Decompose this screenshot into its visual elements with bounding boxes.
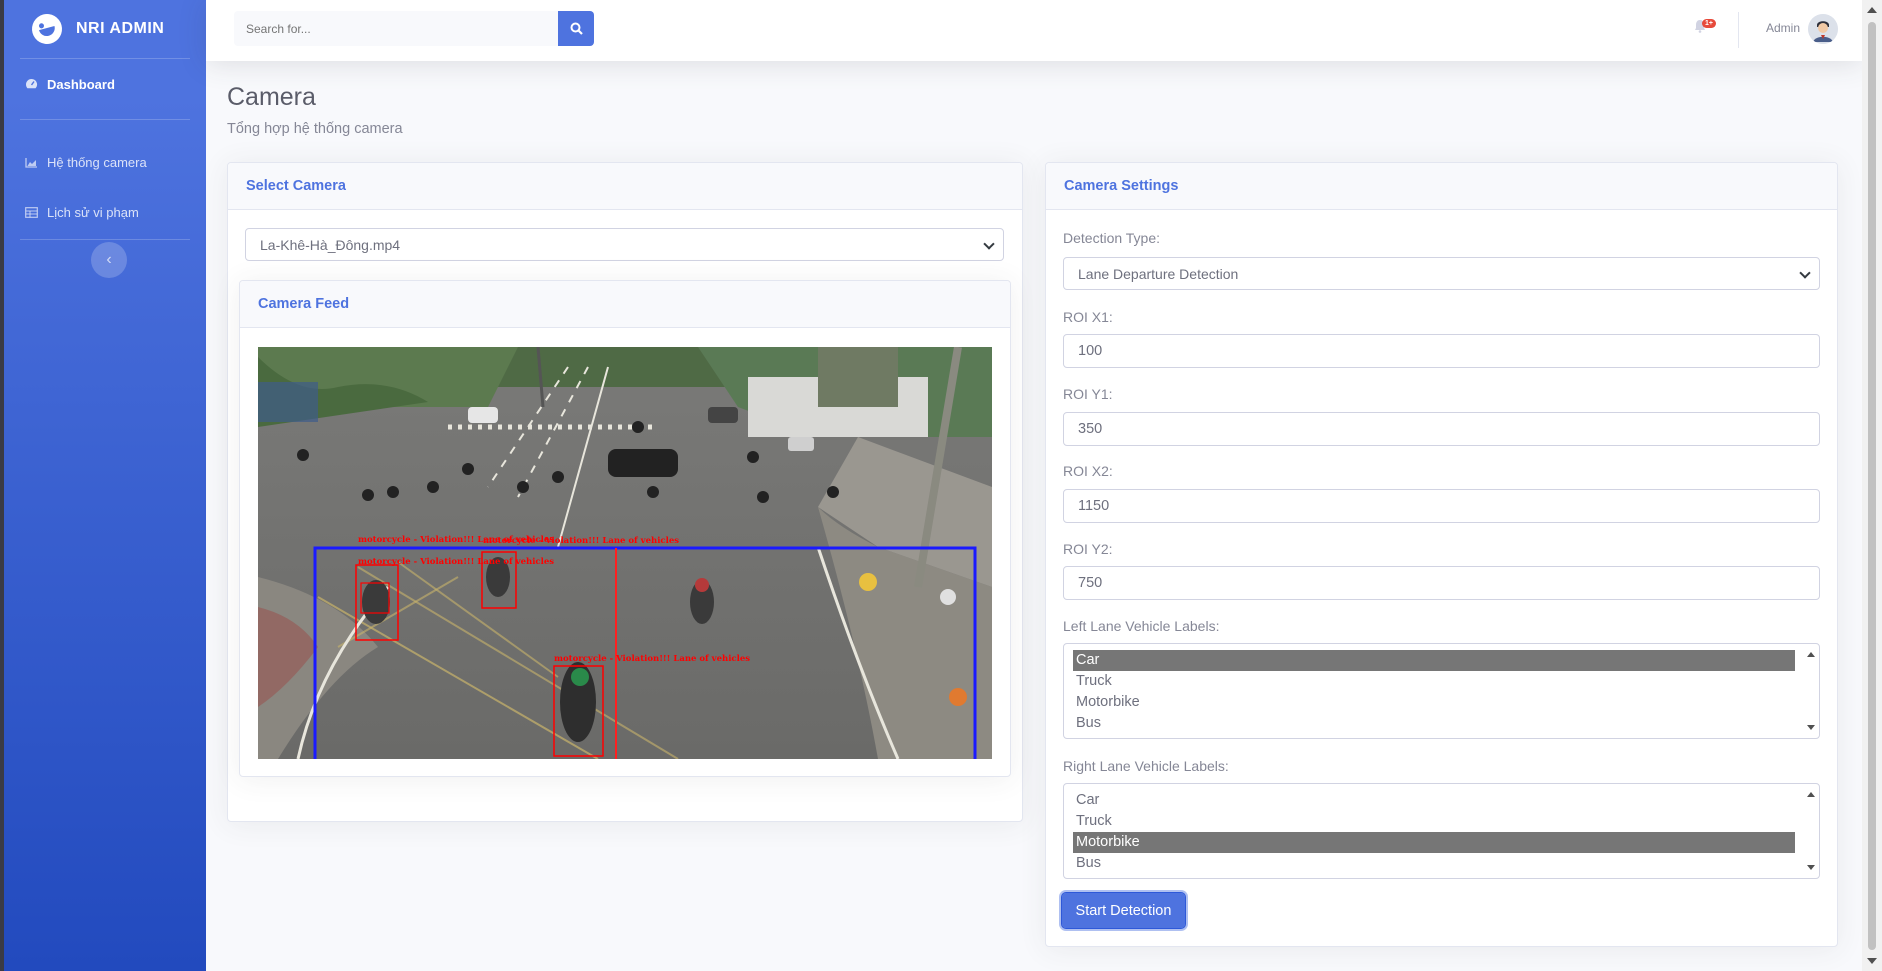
chevron-down-icon	[1799, 267, 1811, 279]
scroll-up-icon[interactable]	[1867, 7, 1877, 13]
scroll-down-icon[interactable]	[1807, 865, 1815, 870]
card-header: Camera Settings	[1046, 163, 1837, 210]
user-name[interactable]: Admin	[1766, 21, 1800, 35]
roi-y2-label: ROI Y2:	[1063, 541, 1113, 557]
roi-y2-input[interactable]	[1063, 566, 1820, 600]
traffic-scene: motorcycle - Violation!!! Lane of vehicl…	[258, 347, 992, 759]
table-icon	[24, 206, 38, 218]
card-header: Camera Feed	[240, 281, 1010, 328]
list-option[interactable]: Truck	[1073, 671, 1795, 692]
roi-x2-input[interactable]	[1063, 489, 1820, 523]
violation-label: motorcycle - Violation!!! Lane of vehicl…	[554, 654, 750, 664]
list-option[interactable]: Motorbike	[1073, 832, 1795, 853]
detection-type-select[interactable]: Lane Departure Detection	[1063, 257, 1820, 290]
chart-area-icon	[24, 156, 38, 168]
sidebar-toggle-button[interactable]: ‹	[91, 242, 127, 278]
sidebar: NRI ADMIN Dashboard Hệ thống camera Lịch…	[0, 0, 206, 971]
violation-label: motorcycle - Violation!!! Lane of vehicl…	[483, 536, 679, 546]
sidebar-item-label: Hệ thống camera	[47, 154, 147, 170]
scroll-down-icon[interactable]	[1867, 958, 1877, 964]
tachometer-icon	[24, 78, 38, 90]
start-detection-button[interactable]: Start Detection	[1061, 892, 1186, 929]
sidebar-divider	[20, 239, 190, 240]
camera-feed-image: motorcycle - Violation!!! Lane of vehicl…	[258, 347, 992, 759]
topbar-divider	[1738, 12, 1739, 48]
scroll-down-icon[interactable]	[1807, 725, 1815, 730]
list-option[interactable]: Truck	[1073, 811, 1795, 832]
alerts-badge: 1+	[1702, 19, 1716, 28]
left-lane-listbox[interactable]: Car Truck Motorbike Bus	[1063, 643, 1820, 739]
search-form	[234, 11, 594, 46]
page-title: Camera	[227, 83, 316, 111]
brand[interactable]: NRI ADMIN	[4, 0, 206, 58]
topbar: 1+ Admin	[206, 0, 1862, 61]
roi-y1-input[interactable]	[1063, 412, 1820, 446]
brand-text: NRI ADMIN	[76, 20, 165, 37]
page-scrollbar[interactable]	[1862, 0, 1882, 971]
list-option[interactable]: Bus	[1073, 713, 1795, 734]
card-header: Select Camera	[228, 163, 1022, 210]
camera-select-value: La-Khê-Hà_Đông.mp4	[260, 236, 401, 253]
list-option[interactable]: Motorbike	[1073, 692, 1795, 713]
page-subtitle: Tổng hợp hệ thống camera	[227, 121, 403, 137]
avatar[interactable]	[1808, 14, 1838, 44]
sidebar-item-label: Dashboard	[47, 76, 115, 92]
detection-type-value: Lane Departure Detection	[1078, 265, 1239, 282]
search-button[interactable]	[558, 11, 594, 46]
detection-type-label: Detection Type:	[1063, 230, 1161, 246]
roi-x2-label: ROI X2:	[1063, 463, 1113, 479]
search-input[interactable]	[234, 11, 558, 46]
scrollbar-thumb[interactable]	[1868, 22, 1876, 950]
chevron-left-icon: ‹	[106, 251, 112, 268]
sidebar-item-violation-history[interactable]: Lịch sử vi phạm	[4, 187, 206, 237]
sidebar-item-camera-system[interactable]: Hệ thống camera	[4, 137, 206, 187]
user-avatar-icon	[1808, 14, 1838, 44]
scroll-up-icon[interactable]	[1807, 792, 1815, 797]
list-option[interactable]: Car	[1073, 650, 1795, 671]
sidebar-item-dashboard[interactable]: Dashboard	[4, 59, 206, 109]
roi-x1-input[interactable]	[1063, 334, 1820, 368]
left-lane-label: Left Lane Vehicle Labels:	[1063, 618, 1220, 634]
violation-label: motorcycle - Violation!!! Lane of vehicl…	[358, 557, 554, 567]
scroll-up-icon[interactable]	[1807, 652, 1815, 657]
laugh-wink-icon	[28, 10, 66, 48]
roi-x1-label: ROI X1:	[1063, 309, 1113, 325]
chevron-down-icon	[983, 238, 995, 250]
search-icon	[570, 22, 583, 35]
right-lane-label: Right Lane Vehicle Labels:	[1063, 758, 1229, 774]
list-option[interactable]: Bus	[1073, 853, 1795, 874]
sidebar-item-label: Lịch sử vi phạm	[47, 204, 139, 220]
right-lane-listbox[interactable]: Car Truck Motorbike Bus	[1063, 783, 1820, 879]
list-option[interactable]: Car	[1073, 790, 1795, 811]
roi-y1-label: ROI Y1:	[1063, 386, 1113, 402]
camera-select[interactable]: La-Khê-Hà_Đông.mp4	[245, 228, 1004, 261]
